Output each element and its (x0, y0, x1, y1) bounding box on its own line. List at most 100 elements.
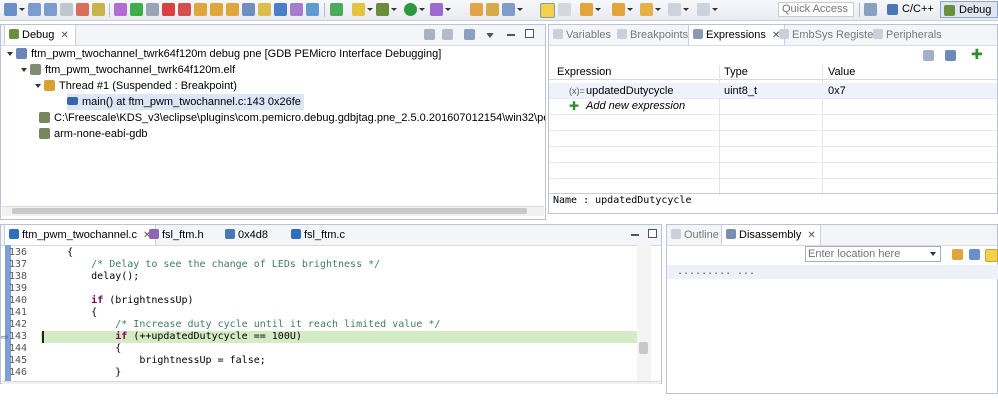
step-into-icon[interactable] (194, 3, 207, 16)
minimize-icon[interactable] (631, 234, 639, 236)
collapse-arrow-icon[interactable] (7, 52, 13, 56)
tree-item-stack-frame[interactable]: main() at ftm_pwm_twochannel.c:143 0x26f… (67, 94, 304, 110)
debug-run-icon[interactable] (330, 3, 343, 16)
maximize-icon[interactable] (525, 29, 534, 38)
back-icon[interactable] (640, 3, 653, 16)
annotation-icon[interactable] (558, 3, 571, 16)
debug-dropdown-icon[interactable] (391, 8, 397, 11)
close-icon[interactable]: ✕ (60, 30, 68, 41)
vertical-scrollbar[interactable] (637, 245, 651, 381)
search-icon[interactable] (502, 3, 515, 16)
tab-peripherals[interactable]: Peripherals (873, 25, 942, 45)
skip-breakpoints-icon[interactable] (76, 3, 89, 16)
collapse-arrow-icon[interactable] (21, 68, 27, 72)
new-icon[interactable] (4, 3, 17, 16)
perspective-c-cpp[interactable]: C/C++ (884, 1, 938, 18)
tab-0x4d8[interactable]: 0x4d8 (225, 225, 268, 245)
go-to-location-icon[interactable] (952, 249, 963, 260)
save-all-icon[interactable] (44, 3, 57, 16)
debug-config-icon[interactable] (376, 3, 389, 16)
code-line[interactable]: { (43, 247, 73, 259)
step-return-icon[interactable] (226, 3, 239, 16)
maximize-icon[interactable] (648, 229, 657, 238)
minimize-icon[interactable] (507, 34, 515, 36)
perspective-debug[interactable]: Debug (940, 1, 998, 18)
last-edit-dropdown-icon[interactable] (712, 8, 718, 11)
tab-breakpoints[interactable]: Breakpoints (617, 25, 688, 45)
flash-dropdown-icon[interactable] (367, 8, 373, 11)
open-perspective-icon[interactable] (864, 3, 877, 16)
tab-debug[interactable]: Debug ✕ (4, 25, 76, 45)
step-over-icon[interactable] (210, 3, 223, 16)
add-expression-icon[interactable]: ✚ (971, 47, 983, 61)
tab-variables[interactable]: Variables (553, 25, 611, 45)
back-dropdown-icon[interactable] (655, 8, 661, 11)
horizontal-scrollbar[interactable] (2, 206, 544, 216)
code-line[interactable]: delay(); (43, 271, 139, 283)
remove-terminated-icon[interactable] (424, 29, 435, 40)
build-icon[interactable] (92, 3, 105, 16)
disconnect-icon[interactable] (178, 3, 191, 16)
forward-icon[interactable] (668, 3, 681, 16)
tab-disassembly[interactable]: Disassembly ✕ (721, 225, 821, 245)
run-icon[interactable] (404, 3, 417, 16)
chevron-down-icon[interactable] (930, 252, 936, 256)
column-header-type[interactable]: Type (724, 65, 748, 79)
terminate-icon[interactable] (162, 3, 175, 16)
add-expression-row[interactable]: ✚ Add new expression (549, 98, 997, 114)
value-cell[interactable]: 0x7 (828, 83, 846, 99)
tree-item-gdb[interactable]: arm-none-eabi-gdb (39, 126, 148, 142)
home-icon[interactable] (969, 249, 980, 260)
instruction-step-icon[interactable] (258, 3, 271, 16)
open-icon[interactable] (60, 3, 73, 16)
external-tools-dropdown-icon[interactable] (445, 8, 451, 11)
previous-annotation-dropdown-icon[interactable] (627, 8, 633, 11)
tab-expressions[interactable]: Expressions ✕ (688, 25, 786, 45)
column-header-expression[interactable]: Expression (557, 65, 611, 79)
skip-all-breakpoints-icon[interactable] (114, 3, 127, 16)
tree-item-thread[interactable]: Thread #1 (Suspended : Breakpoint) (35, 78, 237, 94)
close-icon[interactable]: ✕ (807, 230, 815, 241)
horizontal-scrollbar[interactable] (2, 381, 660, 384)
show-logical-structure-icon[interactable] (945, 50, 956, 61)
tab-outline[interactable]: Outline (671, 225, 719, 245)
location-combo[interactable] (805, 246, 941, 262)
disassembly-row[interactable]: ......... ... (667, 265, 998, 279)
scrollbar-thumb[interactable] (12, 208, 527, 214)
code-line[interactable]: if (++updatedDutycycle == 100U) (43, 331, 302, 343)
next-annotation-dropdown-icon[interactable] (595, 8, 601, 11)
tree-item-process[interactable]: ftm_pwm_twochannel_twrk64f120m.elf (21, 62, 235, 78)
code-line[interactable]: brightnessUp = false; (43, 355, 265, 367)
code-line[interactable]: { (43, 343, 121, 355)
tree-item-gdb-server[interactable]: C:\Freescale\KDS_v3\eclipse\plugins\com.… (39, 110, 545, 126)
code-line[interactable]: } (43, 367, 121, 379)
remove-all-terminated-icon[interactable] (442, 29, 453, 40)
collapse-arrow-icon[interactable] (35, 84, 41, 88)
tab-fsl-ftm-h[interactable]: fsl_ftm.h (149, 225, 204, 245)
suspend-icon[interactable] (146, 3, 159, 16)
previous-annotation-icon[interactable] (612, 3, 625, 16)
step-mode-icon[interactable] (464, 29, 475, 40)
code-line[interactable]: { (43, 307, 97, 319)
open-type-icon[interactable] (470, 3, 483, 16)
new-dropdown-icon[interactable] (19, 8, 25, 11)
open-element-icon[interactable] (486, 3, 499, 16)
connect-icon[interactable] (306, 3, 319, 16)
scrollbar-thumb[interactable] (639, 342, 648, 354)
detail-pane[interactable]: Name : updatedDutycycle (553, 194, 691, 208)
external-tools-icon[interactable] (430, 3, 443, 16)
tab-ftm-pwm-twochannel-c[interactable]: ftm_pwm_twochannel.c ✕ (4, 225, 157, 245)
code-line[interactable]: /* Delay to see the change of LEDs brigh… (43, 259, 380, 271)
last-edit-icon[interactable] (697, 3, 710, 16)
next-annotation-icon[interactable] (580, 3, 593, 16)
view-menu-icon[interactable] (486, 33, 494, 38)
search-dropdown-icon[interactable] (517, 8, 523, 11)
restart-icon[interactable] (274, 3, 287, 16)
run-dropdown-icon[interactable] (419, 8, 425, 11)
code-line[interactable]: if (brightnessUp) (43, 295, 193, 307)
flash-icon[interactable] (352, 3, 365, 16)
column-header-value[interactable]: Value (828, 65, 855, 79)
table-row[interactable]: (x)= updatedDutycycle uint8_t 0x7 (549, 83, 997, 99)
tab-fsl-ftm-c[interactable]: fsl_ftm.c (291, 225, 345, 245)
drop-to-frame-icon[interactable] (242, 3, 255, 16)
